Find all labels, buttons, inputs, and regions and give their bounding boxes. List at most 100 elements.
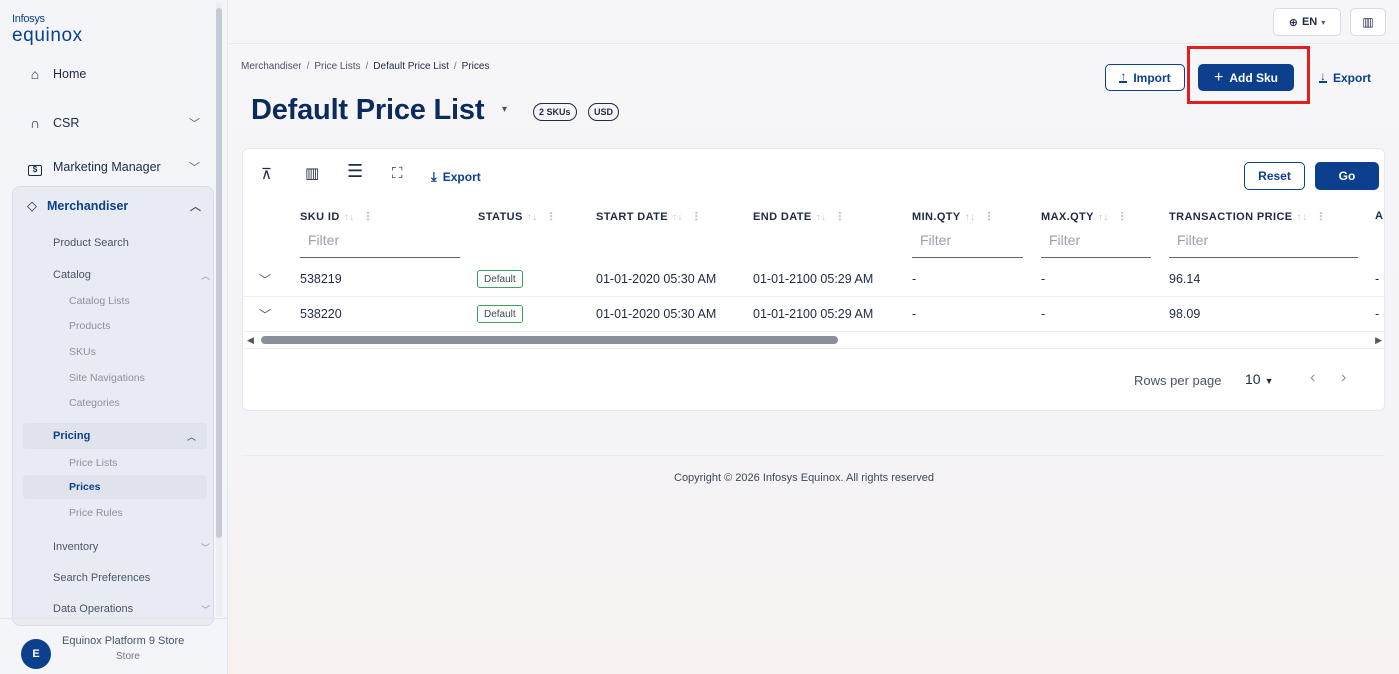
column-menu-icon[interactable]: ⋮ — [363, 211, 374, 223]
infosys-equinox-logo[interactable]: Infosys equinox — [12, 14, 83, 46]
scrollbar-thumb[interactable] — [261, 336, 838, 344]
scroll-left-icon[interactable]: ◀ — [247, 335, 254, 346]
table-row[interactable]: ﹀ 538220 Default 01-01-2020 05:30 AM 01-… — [243, 297, 1384, 332]
column-menu-icon[interactable]: ⋮ — [546, 211, 557, 223]
scroll-right-icon[interactable]: ▶ — [1375, 335, 1382, 346]
chevron-down-icon: ﹀ — [189, 118, 200, 130]
sidebar-item-csr[interactable]: ∩ CSR ﹀ — [0, 101, 214, 145]
footer-divider — [242, 455, 1385, 456]
add-sku-button[interactable]: + Add Sku — [1198, 64, 1294, 91]
reset-button[interactable]: Reset — [1244, 162, 1305, 190]
dollar-badge-icon: $ — [26, 159, 44, 176]
store-name: Equinox Platform 9 Store — [62, 635, 185, 647]
column-header-label: END DATE — [753, 211, 812, 223]
sidebar-item-label: Merchandiser — [47, 199, 129, 213]
table-row[interactable]: ﹀ 538219 Default 01-01-2020 05:30 AM 01-… — [243, 262, 1384, 297]
truncated-cell: - — [1375, 272, 1380, 286]
breadcrumb-item[interactable]: Price Lists — [314, 61, 360, 72]
sort-icon[interactable]: ↑↓ — [1098, 212, 1109, 223]
scrollbar-thumb[interactable] — [216, 8, 222, 538]
min-qty-cell: - — [912, 272, 917, 286]
sidebar-item-label: Data Operations — [53, 603, 134, 615]
column-header-transaction-price[interactable]: TRANSACTION PRICE ↑↓ ⋮ — [1169, 210, 1327, 223]
sidebar-item-catalog-lists[interactable]: Catalog Lists — [69, 295, 130, 307]
export-label: Export — [1332, 70, 1371, 85]
store-switcher[interactable]: E Equinox Platform 9 Store Store — [0, 618, 228, 674]
sort-icon[interactable]: ↑↓ — [344, 212, 355, 223]
column-menu-icon[interactable]: ⋮ — [1117, 211, 1128, 223]
sidebar-item-products[interactable]: Products — [69, 320, 110, 332]
sidebar-item-product-search[interactable]: Product Search — [53, 237, 129, 249]
min-qty-filter-input[interactable]: Filter — [912, 232, 1023, 258]
sidebar-item-categories[interactable]: Categories — [69, 397, 120, 409]
sidebar-item-data-operations[interactable]: Data Operations ﹀ — [53, 603, 210, 615]
column-menu-icon[interactable]: ⋮ — [834, 211, 845, 223]
download-icon: ⤓ — [431, 169, 437, 184]
max-qty-cell: - — [1041, 272, 1046, 286]
sidebar-item-prices[interactable]: Prices — [23, 475, 207, 499]
sidebar-item-inventory[interactable]: Inventory ﹀ — [53, 541, 210, 553]
store-type: Store — [116, 651, 140, 662]
sidebar: Infosys equinox ⌂ Home ∩ CSR ﹀ $ Marketi… — [0, 0, 228, 674]
column-header-end-date[interactable]: END DATE ↑↓ ⋮ — [753, 210, 846, 223]
export-button[interactable]: ↓ Export — [1306, 64, 1384, 91]
sidebar-item-price-lists[interactable]: Price Lists — [69, 457, 117, 469]
sort-icon[interactable]: ↑↓ — [672, 212, 683, 223]
sort-icon[interactable]: ↑↓ — [965, 212, 976, 223]
sidebar-item-pricing[interactable]: Pricing ︿ — [23, 423, 207, 449]
columns-icon[interactable]: ▥ — [305, 164, 319, 182]
sidebar-item-marketing[interactable]: $ Marketing Manager ﹀ — [0, 145, 214, 189]
sidebar-item-site-navigations[interactable]: Site Navigations — [69, 372, 145, 384]
expand-row-icon[interactable]: ﹀ — [259, 306, 271, 323]
chevron-up-icon: ︿ — [187, 432, 197, 442]
sidebar-item-merchandiser[interactable]: ◇ Merchandiser ︿ — [13, 187, 213, 225]
page-title: Default Price List — [251, 94, 485, 126]
breadcrumb-item[interactable]: Default Price List — [373, 61, 449, 72]
go-button[interactable]: Go — [1315, 162, 1379, 190]
sort-icon[interactable]: ↑↓ — [527, 212, 538, 223]
column-header-label: SKU ID — [300, 211, 340, 223]
chevron-down-icon: ﹀ — [201, 543, 211, 553]
next-page-icon[interactable]: › — [1341, 369, 1346, 387]
column-menu-icon[interactable]: ⋮ — [1315, 211, 1326, 223]
prices-table-card: ⊼ ▥ ☰ ⛶ ⤓ Export Reset Go SKU ID ↑↓ ⋮ STATU… — [242, 148, 1385, 411]
sort-icon[interactable]: ↑↓ — [816, 212, 827, 223]
max-qty-filter-input[interactable]: Filter — [1041, 232, 1151, 258]
column-menu-icon[interactable]: ⋮ — [691, 211, 702, 223]
language-selector[interactable]: ⊕ EN ▾ — [1273, 8, 1341, 36]
sidebar-item-price-rules[interactable]: Price Rules — [69, 507, 123, 519]
column-header-max-qty[interactable]: MAX.QTY ↑↓ ⋮ — [1041, 210, 1128, 223]
column-header-status[interactable]: STATUS ↑↓ ⋮ — [478, 210, 557, 223]
column-menu-icon[interactable]: ⋮ — [983, 211, 994, 223]
expand-row-icon[interactable]: ﹀ — [259, 271, 271, 288]
column-header-start-date[interactable]: START DATE ↑↓ ⋮ — [596, 210, 702, 223]
rows-per-page-select[interactable]: 10 ▼ — [1245, 371, 1274, 387]
title-dropdown-icon[interactable]: ▾ — [502, 104, 507, 115]
sidebar-item-catalog[interactable]: Catalog ︿ — [53, 269, 210, 281]
column-header-label: MAX.QTY — [1041, 211, 1094, 223]
sidebar-scrollbar[interactable] — [215, 2, 223, 617]
previous-page-icon[interactable]: ‹ — [1310, 369, 1315, 387]
clear-filter-icon[interactable]: ⊼ — [261, 165, 272, 183]
sidebar-item-label: Pricing — [53, 430, 91, 442]
table-horizontal-scrollbar[interactable]: ◀ ▶ — [243, 333, 1384, 349]
fullscreen-icon[interactable]: ⛶ — [392, 165, 403, 182]
avatar: E — [21, 639, 51, 669]
column-header-sku-id[interactable]: SKU ID ↑↓ ⋮ — [300, 210, 374, 223]
column-header-min-qty[interactable]: MIN.QTY ↑↓ ⋮ — [912, 210, 995, 223]
status-badge: Default — [477, 305, 523, 323]
end-date-cell: 01-01-2100 05:29 AM — [753, 272, 874, 286]
table-export-button[interactable]: ⤓ Export — [431, 169, 481, 185]
sidebar-item-home[interactable]: ⌂ Home — [0, 58, 214, 90]
sidebar-item-search-preferences[interactable]: Search Preferences — [53, 572, 150, 584]
density-icon[interactable]: ☰ — [347, 161, 363, 182]
caret-down-icon: ▼ — [1264, 376, 1274, 386]
breadcrumb-item[interactable]: Merchandiser — [241, 61, 302, 72]
sidebar-item-skus[interactable]: SKUs — [69, 346, 96, 358]
transaction-price-filter-input[interactable]: Filter — [1169, 232, 1358, 258]
sort-icon[interactable]: ↑↓ — [1297, 212, 1308, 223]
sku-id-filter-input[interactable]: Filter — [300, 232, 460, 258]
column-header-truncated[interactable]: A — [1375, 210, 1383, 222]
import-button[interactable]: ↑ Import — [1105, 64, 1185, 91]
building-button[interactable]: ▥ — [1350, 8, 1386, 36]
